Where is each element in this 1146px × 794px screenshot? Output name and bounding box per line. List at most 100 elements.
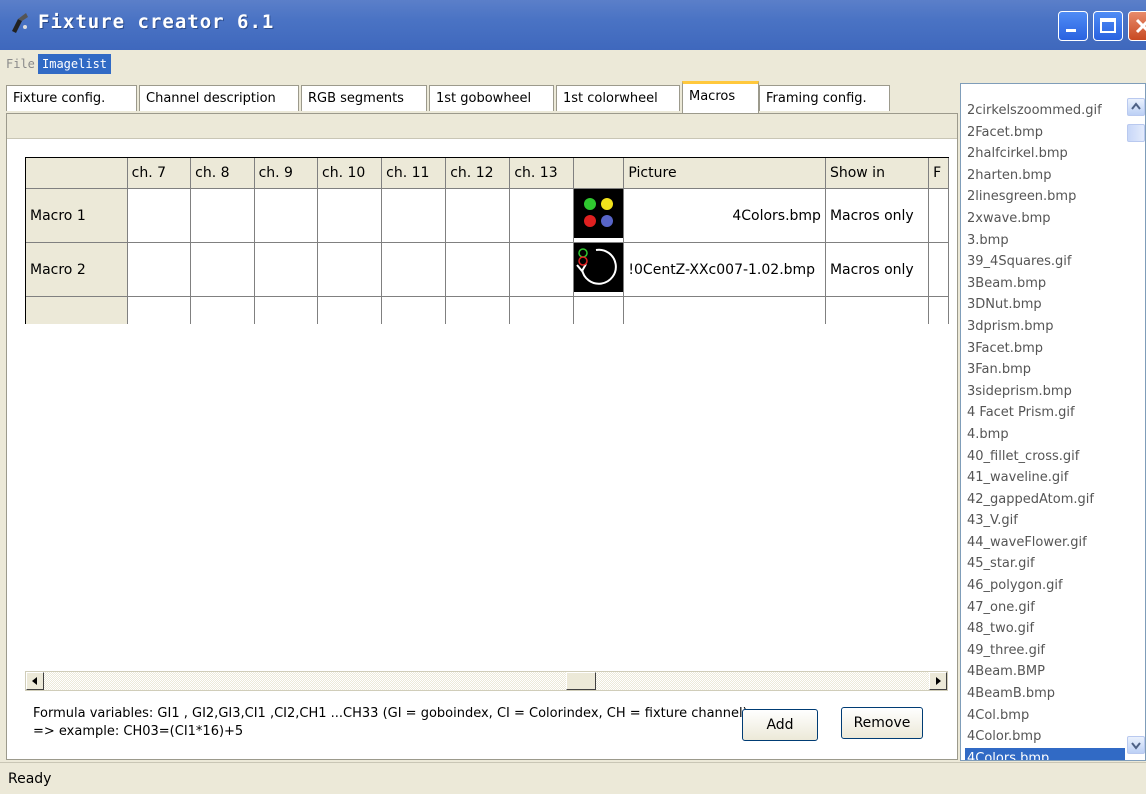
scroll-left-button[interactable] [26, 672, 44, 690]
column-header-show-in[interactable]: Show in [825, 158, 930, 189]
column-header-f[interactable]: F [928, 158, 949, 189]
list-item[interactable]: 2halfcirkel.bmp [965, 143, 1125, 165]
list-item[interactable]: 2harten.bmp [965, 165, 1125, 187]
list-item[interactable]: 4Col.bmp [965, 705, 1125, 727]
tab-framing-config[interactable]: Framing config. [759, 85, 890, 111]
grid-cell[interactable] [190, 188, 255, 243]
empty-row-picture[interactable] [623, 296, 826, 324]
list-item[interactable]: 3Fan.bmp [965, 359, 1125, 381]
list-item[interactable]: 44_waveFlower.gif [965, 532, 1125, 554]
grid-cell[interactable] [127, 242, 192, 297]
grid-cell[interactable] [928, 242, 949, 297]
column-header-ch8[interactable]: ch. 8 [190, 158, 255, 189]
list-item[interactable]: 3Facet.bmp [965, 338, 1125, 360]
column-header-ch9[interactable]: ch. 9 [254, 158, 319, 189]
list-item[interactable]: 39_4Squares.gif [965, 251, 1125, 273]
macro-1-show-in[interactable]: Macros only [825, 188, 930, 243]
scroll-up-button[interactable] [1127, 98, 1145, 116]
list-item[interactable]: 3DNut.bmp [965, 294, 1125, 316]
grid-cell[interactable] [445, 296, 511, 324]
tab-rgb-segments[interactable]: RGB segments [301, 85, 427, 111]
table-row[interactable]: Macro 2 !0CentZ-XXc007-1.02.bmp Macros o… [26, 242, 949, 297]
tab-1st-gobowheel[interactable]: 1st gobowheel [429, 85, 554, 111]
grid-cell[interactable] [509, 188, 575, 243]
grid-cell[interactable] [190, 242, 255, 297]
grid-cell[interactable] [928, 296, 949, 324]
list-item[interactable]: 2cirkelszoommed.gif [965, 100, 1125, 122]
list-item[interactable]: 42_gappedAtom.gif [965, 489, 1125, 511]
grid-cell[interactable] [127, 188, 192, 243]
imagelist-vertical-scrollbar[interactable] [1126, 84, 1145, 760]
column-header-ch7[interactable]: ch. 7 [127, 158, 192, 189]
macro-1-picture[interactable]: 4Colors.bmp [623, 188, 826, 243]
list-item[interactable]: 3.bmp [965, 230, 1125, 252]
grid-cell[interactable] [381, 296, 447, 324]
list-item[interactable]: 3dprism.bmp [965, 316, 1125, 338]
list-item-selected[interactable]: 4Colors.bmp [965, 747, 1125, 760]
tab-channel-description[interactable]: Channel description [139, 85, 299, 111]
list-item[interactable]: 3sideprism.bmp [965, 381, 1125, 403]
macro-2-show-in[interactable]: Macros only [825, 242, 930, 297]
list-item[interactable]: 2xwave.bmp [965, 208, 1125, 230]
horizontal-scroll-thumb[interactable] [566, 672, 596, 690]
grid-cell[interactable] [254, 296, 319, 324]
grid-cell[interactable] [317, 242, 383, 297]
table-row[interactable] [26, 296, 949, 324]
list-item[interactable]: 4BeamB.bmp [965, 683, 1125, 705]
list-item[interactable]: 49_three.gif [965, 640, 1125, 662]
list-item[interactable]: 2linesgreen.bmp [965, 186, 1125, 208]
grid-cell[interactable] [254, 188, 319, 243]
column-header-thumbnail[interactable] [573, 158, 625, 189]
list-item[interactable]: 41_waveline.gif [965, 467, 1125, 489]
list-item[interactable]: 47_one.gif [965, 597, 1125, 619]
grid-cell[interactable] [317, 188, 383, 243]
table-row[interactable]: Macro 1 4Colors.bmp Macros only [26, 188, 949, 243]
empty-row-show-in[interactable] [825, 296, 930, 324]
list-item[interactable]: 43_V.gif [965, 510, 1125, 532]
column-header-ch13[interactable]: ch. 13 [509, 158, 575, 189]
scroll-right-button[interactable] [929, 672, 947, 690]
list-item[interactable]: 4Beam.BMP [965, 661, 1125, 683]
grid-cell[interactable] [127, 296, 192, 324]
macro-2-picture[interactable]: !0CentZ-XXc007-1.02.bmp [623, 242, 826, 297]
column-header-ch12[interactable]: ch. 12 [445, 158, 511, 189]
scroll-down-button[interactable] [1127, 736, 1145, 754]
list-item[interactable]: 4Color.bmp [965, 726, 1125, 748]
grid-cell[interactable] [509, 296, 575, 324]
tab-fixture-config[interactable]: Fixture config. [6, 85, 137, 111]
grid-cell[interactable] [445, 188, 511, 243]
tab-macros[interactable]: Macros [682, 81, 759, 113]
row-header-macro-2[interactable]: Macro 2 [26, 242, 128, 297]
list-item[interactable]: 46_polygon.gif [965, 575, 1125, 597]
horizontal-scrollbar[interactable] [25, 671, 948, 691]
close-button[interactable] [1128, 11, 1146, 41]
list-item[interactable]: 4.bmp [965, 424, 1125, 446]
vertical-scroll-thumb[interactable] [1127, 124, 1145, 142]
add-button[interactable]: Add [742, 709, 818, 741]
list-item[interactable]: 3Beam.bmp [965, 273, 1125, 295]
grid-cell[interactable] [445, 242, 511, 297]
list-item[interactable]: 40_fillet_cross.gif [965, 446, 1125, 468]
imagelist-listbox[interactable]: 2cirkelszoommed.gif 2Facet.bmp 2halfcirk… [960, 83, 1146, 761]
menu-imagelist[interactable]: Imagelist [38, 54, 112, 74]
grid-cell[interactable] [928, 188, 949, 243]
grid-cell[interactable] [381, 188, 447, 243]
minimize-button[interactable] [1058, 11, 1088, 41]
column-header-ch10[interactable]: ch. 10 [317, 158, 383, 189]
menu-file[interactable]: File [2, 54, 39, 74]
grid-cell[interactable] [573, 296, 625, 324]
column-header-ch11[interactable]: ch. 11 [381, 158, 447, 189]
tab-1st-colorwheel[interactable]: 1st colorwheel [556, 85, 680, 111]
list-item[interactable]: 4 Facet Prism.gif [965, 402, 1125, 424]
row-header-macro-1[interactable]: Macro 1 [26, 188, 128, 243]
grid-cell[interactable] [381, 242, 447, 297]
list-item[interactable]: 48_two.gif [965, 618, 1125, 640]
list-item[interactable]: 45_star.gif [965, 553, 1125, 575]
maximize-button[interactable] [1093, 11, 1123, 41]
row-header-empty[interactable] [26, 296, 128, 324]
grid-cell[interactable] [509, 242, 575, 297]
grid-cell[interactable] [254, 242, 319, 297]
list-item[interactable]: 2Facet.bmp [965, 122, 1125, 144]
macros-grid[interactable]: ch. 7 ch. 8 ch. 9 ch. 10 ch. 11 ch. 12 c… [25, 157, 949, 324]
column-header-picture[interactable]: Picture [623, 158, 826, 189]
